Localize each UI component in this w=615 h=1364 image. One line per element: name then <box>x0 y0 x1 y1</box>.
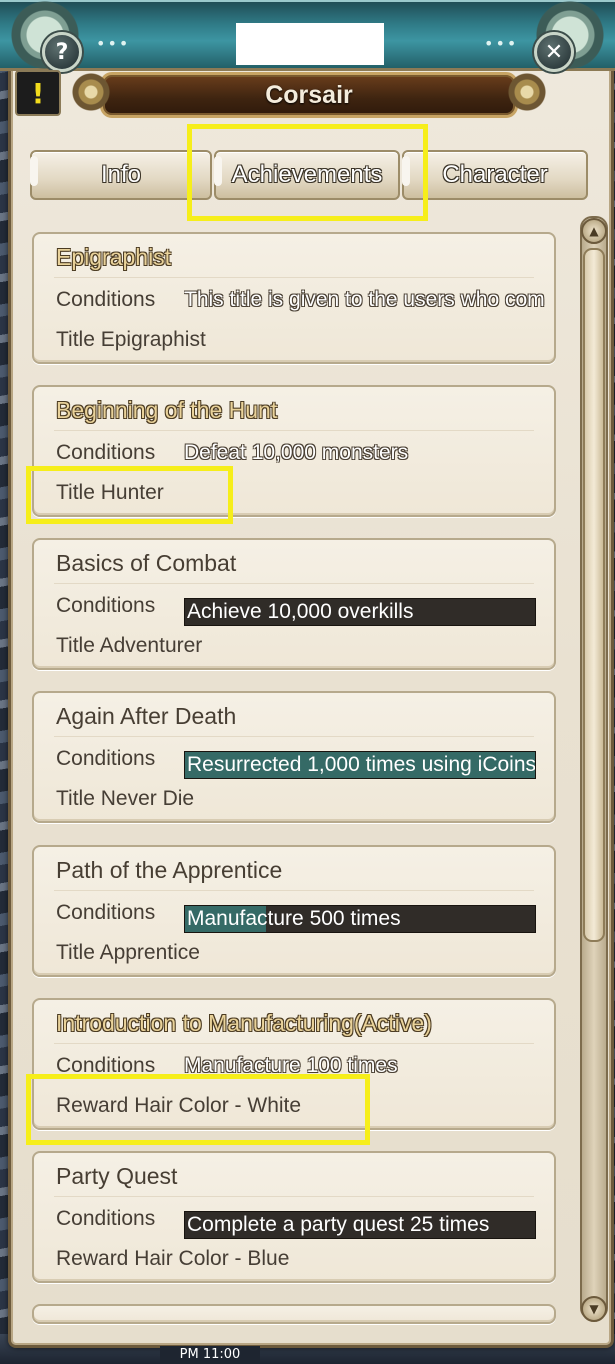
condition-progress-bar: Complete a party quest 25 times <box>184 1211 536 1239</box>
reward-text: Title Epigraphist <box>56 328 206 351</box>
card-divider <box>54 277 534 278</box>
reward-text: Title Never Die <box>56 787 195 810</box>
tab-info[interactable]: Info <box>30 150 212 200</box>
scroll-down-icon[interactable]: ▼ <box>581 1296 607 1322</box>
condition-progress-bar: Achieve 10,000 overkills <box>184 598 536 626</box>
card-divider <box>54 430 534 431</box>
card-divider <box>54 583 534 584</box>
scrollbar-thumb[interactable] <box>583 248 605 942</box>
highlight-box <box>26 1074 370 1145</box>
scroll-up-icon[interactable]: ▲ <box>581 218 607 244</box>
close-button[interactable]: ✕ <box>534 32 574 72</box>
tab-character[interactable]: Character <box>402 150 588 200</box>
achievement-card[interactable]: Again After Death Conditions Resurrected 1… <box>32 691 556 823</box>
highlight-box <box>187 124 428 221</box>
condition-text: Manufacture 500 times <box>187 907 401 930</box>
help-button[interactable]: ? <box>42 32 82 72</box>
achievement-title: Beginning of the Hunt <box>56 397 278 423</box>
conditions-label: Conditions <box>56 288 156 311</box>
card-divider <box>54 1196 534 1197</box>
achievement-card-partial[interactable] <box>32 1304 556 1324</box>
condition-text: This title is given to the users who com <box>184 288 545 311</box>
achievement-title: Basics of Combat <box>56 550 237 576</box>
redacted-title-box <box>236 23 384 65</box>
titlebar-dots-left: ••• <box>96 34 131 53</box>
reward-text: Title Apprentice <box>56 941 200 964</box>
achievement-card[interactable]: Epigraphist Conditions This title is given… <box>32 232 556 364</box>
card-divider <box>54 1043 534 1044</box>
conditions-label: Conditions <box>56 901 156 924</box>
condition-text: Complete a party quest 25 times <box>187 1213 490 1236</box>
window-titlebar[interactable]: ••• ••• <box>0 0 615 71</box>
character-name-banner: Corsair <box>69 69 549 118</box>
achievement-card[interactable]: Party Quest Conditions Complete a party qu… <box>32 1151 556 1283</box>
conditions-label: Conditions <box>56 747 156 770</box>
character-name: Corsair <box>265 80 353 109</box>
condition-text: Achieve 10,000 overkills <box>187 600 414 623</box>
condition-progress-bar: Resurrected 1,000 times using iCoins <box>184 751 536 779</box>
achievement-title: Path of the Apprentice <box>56 857 283 883</box>
achievement-title: Again After Death <box>56 703 237 729</box>
condition-progress-bar: Manufacture 500 times <box>184 905 536 933</box>
clock-text: PM 11:00 <box>160 1346 260 1364</box>
conditions-label: Conditions <box>56 1207 156 1230</box>
achievement-card[interactable]: Basics of Combat Conditions Achieve 10,000… <box>32 538 556 670</box>
card-divider <box>54 736 534 737</box>
reward-text: Reward Hair Color - Blue <box>56 1247 290 1270</box>
achievement-title: Party Quest <box>56 1163 178 1189</box>
achievement-card[interactable]: Path of the Apprentice Conditions Manufact… <box>32 845 556 977</box>
achievement-title: Epigraphist <box>56 244 172 270</box>
condition-text: Defeat 10,000 monsters <box>184 441 409 464</box>
conditions-label: Conditions <box>56 594 156 617</box>
card-divider <box>54 890 534 891</box>
titlebar-dots-right: ••• <box>484 34 519 53</box>
highlight-box <box>26 466 233 524</box>
reward-text: Title Adventurer <box>56 634 203 657</box>
achievement-title: Introduction to Manufacturing(Active) <box>56 1010 432 1036</box>
alert-button[interactable]: ! <box>15 70 61 116</box>
condition-text: Resurrected 1,000 times using iCoins <box>187 753 536 776</box>
conditions-label: Conditions <box>56 441 156 464</box>
